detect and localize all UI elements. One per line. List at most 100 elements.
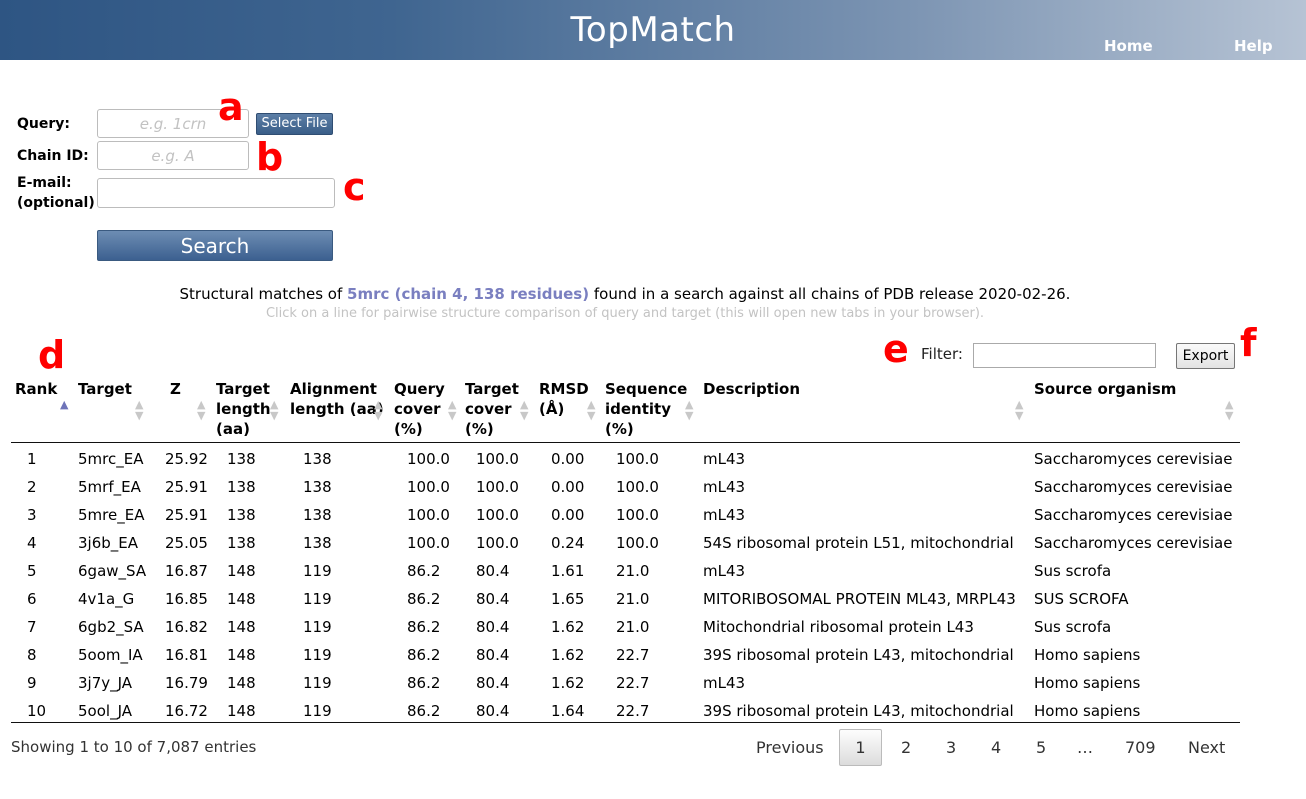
cell-target-cover: 80.4 [476,618,510,636]
query-structure-link[interactable]: 5mrc (chain 4, 138 residues) [347,285,589,303]
cell-source-organism: Saccharomyces cerevisiae [1034,478,1233,496]
cell-z: 25.91 [165,478,208,496]
search-button[interactable]: Search [97,230,333,261]
table-row[interactable]: 2 5mrf_EA 25.91 138 138 100.0 100.0 0.00 100.0 mL… [11,472,1240,500]
table-row[interactable]: 8 5oom_IA 16.81 148 119 86.2 80.4 1.62 22.7 39S r… [11,640,1240,668]
cell-rmsd: 0.00 [551,478,585,496]
sort-icon[interactable]: ▲ ▼ [1015,399,1023,421]
cell-target: 3j7y_JA [78,674,133,692]
cell-target-cover: 80.4 [476,674,510,692]
cell-alignment-length: 138 [303,478,332,496]
cell-alignment-length: 119 [303,590,332,608]
cell-source-organism: Homo sapiens [1034,646,1141,664]
annotation-c: c [343,165,366,209]
table-row[interactable]: 1 5mrc_EA 25.92 138 138 100.0 100.0 0.00 100.0 mL… [11,444,1240,472]
sort-icon[interactable]: ▲ ▼ [135,399,143,421]
sort-icon[interactable]: ▲ ▼ [270,399,278,421]
table-row[interactable]: 9 3j7y_JA 16.79 148 119 86.2 80.4 1.62 22.7 mL43 H… [11,668,1240,696]
sort-icon[interactable]: ▲ ▼ [587,399,595,421]
page-4-button[interactable]: 4 [991,738,1001,757]
cell-query-cover: 100.0 [407,450,450,468]
table-row[interactable]: 3 5mre_EA 25.91 138 138 100.0 100.0 0.00 100.0 mL… [11,500,1240,528]
page-709-button[interactable]: 709 [1125,738,1156,757]
nav-help-link[interactable]: Help [1234,37,1273,55]
annotation-f: f [1240,321,1257,365]
column-header-alignment-length[interactable]: Alignment length (aa) [290,379,384,419]
sort-icon[interactable]: ▲ ▼ [685,399,693,421]
cell-target-cover: 100.0 [476,450,519,468]
cell-description: 39S ribosomal protein L43, mitochondrial [703,646,1014,664]
cell-rmsd: 1.62 [551,674,585,692]
cell-target-length: 148 [227,618,256,636]
previous-page-button[interactable]: Previous [756,738,824,757]
cell-target: 5oom_IA [78,646,143,664]
cell-rmsd: 1.61 [551,562,585,580]
column-header-target-cover[interactable]: Target cover (%) [465,379,519,439]
cell-rank: 9 [27,674,37,692]
cell-rmsd: 1.62 [551,618,585,636]
sort-ascending-icon[interactable]: ▲ [60,399,68,410]
cell-alignment-length: 138 [303,506,332,524]
annotation-e: e [883,327,909,371]
cell-query-cover: 86.2 [407,618,441,636]
cell-z: 25.92 [165,450,208,468]
column-header-source-organism[interactable]: Source organism [1034,379,1176,399]
cell-target-length: 148 [227,562,256,580]
page-3-button[interactable]: 3 [946,738,956,757]
cell-source-organism: Homo sapiens [1034,702,1141,720]
page-1-button[interactable]: 1 [839,729,882,766]
email-input[interactable] [97,178,335,208]
cell-rank: 4 [27,534,37,552]
sort-icon[interactable]: ▲ ▼ [448,399,456,421]
column-header-rank[interactable]: Rank [15,379,57,399]
table-row[interactable]: 10 5ool_JA 16.72 148 119 86.2 80.4 1.64 22.7 39S … [11,696,1240,724]
cell-rank: 1 [27,450,37,468]
cell-target: 5mrc_EA [78,450,144,468]
next-page-button[interactable]: Next [1188,738,1225,757]
export-button[interactable]: Export [1176,343,1235,369]
cell-alignment-length: 119 [303,702,332,720]
cell-query-cover: 86.2 [407,562,441,580]
cell-z: 16.87 [165,562,208,580]
table-row[interactable]: 5 6gaw_SA 16.87 148 119 86.2 80.4 1.61 21.0 mL43 S… [11,556,1240,584]
column-header-description[interactable]: Description [703,379,800,399]
column-header-target-length[interactable]: Target length (aa) [216,379,271,439]
column-header-rmsd[interactable]: RMSD (Å) [539,379,589,419]
page-5-button[interactable]: 5 [1036,738,1046,757]
cell-source-organism: Homo sapiens [1034,674,1141,692]
column-header-z[interactable]: Z [170,379,181,399]
nav-home-link[interactable]: Home [1104,37,1153,55]
sort-icon[interactable]: ▲ ▼ [520,399,528,421]
cell-alignment-length: 119 [303,562,332,580]
summary-suffix: found in a search against all chains of … [589,285,1071,303]
cell-target: 5mre_EA [78,506,145,524]
table-header-divider [11,442,1240,443]
chain-id-input[interactable] [97,141,249,170]
query-label: Query: [17,116,70,132]
table-row[interactable]: 7 6gb2_SA 16.82 148 119 86.2 80.4 1.62 21.0 Mitoc… [11,612,1240,640]
page-2-button[interactable]: 2 [901,738,911,757]
pagination-ellipsis: … [1077,738,1093,757]
sort-icon[interactable]: ▲ ▼ [1225,399,1233,421]
cell-description: mL43 [703,478,746,496]
cell-query-cover: 100.0 [407,534,450,552]
sort-icon[interactable]: ▲ ▼ [374,399,382,421]
column-header-sequence-identity[interactable]: Sequence identity (%) [605,379,687,439]
cell-target-cover: 80.4 [476,590,510,608]
cell-target: 6gb2_SA [78,618,144,636]
results-hint: Click on a line for pairwise structure c… [265,306,985,321]
sort-icon[interactable]: ▲ ▼ [197,399,205,421]
table-footer-divider [11,722,1240,723]
email-label: E-mail: [17,175,72,191]
cell-rank: 6 [27,590,37,608]
cell-alignment-length: 138 [303,534,332,552]
table-row[interactable]: 4 3j6b_EA 25.05 138 138 100.0 100.0 0.24 100.0 54… [11,528,1240,556]
select-file-button[interactable]: Select File [256,113,333,135]
column-header-query-cover[interactable]: Query cover (%) [394,379,445,439]
column-header-target[interactable]: Target [78,379,132,399]
cell-sequence-identity: 22.7 [616,702,650,720]
cell-target-length: 148 [227,646,256,664]
cell-target: 4v1a_G [78,590,135,608]
filter-input[interactable] [973,343,1156,368]
table-row[interactable]: 6 4v1a_G 16.85 148 119 86.2 80.4 1.65 21.0 MITORI… [11,584,1240,612]
